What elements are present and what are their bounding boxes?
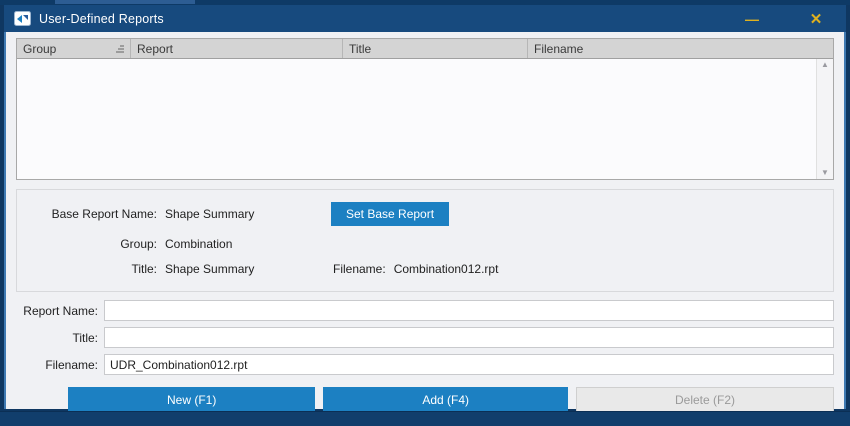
- report-name-input[interactable]: [104, 300, 834, 321]
- dialog-body: Group Report Title Filename ▲ ▼ Base Rep…: [4, 32, 846, 412]
- base-filename-value: Combination012.rpt: [393, 262, 499, 276]
- user-defined-reports-dialog: User-Defined Reports — ✕ Group Report Ti…: [0, 5, 850, 412]
- report-name-label: Report Name:: [23, 303, 98, 318]
- base-group-value: Combination: [165, 237, 233, 251]
- background-window-bottom-strip: [0, 411, 850, 426]
- app-icon: [14, 11, 31, 26]
- base-title-label: Title:: [131, 262, 157, 276]
- filename-input[interactable]: [104, 354, 834, 375]
- close-button[interactable]: ✕: [796, 5, 836, 32]
- add-button[interactable]: Add (F4): [323, 387, 568, 412]
- background-window-tab: [55, 0, 195, 4]
- base-report-name-label: Base Report Name:: [51, 207, 157, 221]
- title-input[interactable]: [104, 327, 834, 348]
- table-scrollbar[interactable]: ▲ ▼: [816, 59, 833, 179]
- new-button[interactable]: New (F1): [68, 387, 316, 412]
- window-title: User-Defined Reports: [39, 11, 164, 26]
- column-header-title[interactable]: Title: [343, 39, 528, 58]
- titlebar: User-Defined Reports — ✕: [4, 5, 846, 32]
- base-report-panel: Base Report Name: Shape Summary Set Base…: [16, 189, 834, 292]
- reports-table-header: Group Report Title Filename: [17, 39, 833, 59]
- column-header-filename[interactable]: Filename: [528, 39, 833, 58]
- screen: User-Defined Reports — ✕ Group Report Ti…: [0, 0, 850, 426]
- action-button-row: New (F1) Add (F4) Delete (F2): [68, 387, 835, 412]
- base-group-label: Group:: [120, 237, 157, 251]
- scroll-down-icon[interactable]: ▼: [821, 169, 829, 177]
- base-filename-label: Filename:: [333, 262, 386, 276]
- title-label: Title:: [72, 330, 98, 345]
- filename-label: Filename:: [45, 357, 98, 372]
- base-title-value: Shape Summary: [165, 262, 255, 276]
- delete-button[interactable]: Delete (F2): [576, 387, 835, 412]
- column-header-report[interactable]: Report: [131, 39, 343, 58]
- set-base-report-button[interactable]: Set Base Report: [331, 202, 450, 226]
- reports-table-body: ▲ ▼: [17, 59, 833, 179]
- column-header-group[interactable]: Group: [17, 39, 131, 58]
- minimize-button[interactable]: —: [732, 5, 772, 32]
- reports-table-rows[interactable]: [17, 59, 816, 179]
- reports-table: Group Report Title Filename ▲ ▼: [16, 38, 834, 180]
- new-report-form: Report Name: Title: Filename:: [16, 300, 834, 375]
- scroll-up-icon[interactable]: ▲: [821, 61, 829, 69]
- sort-icon: [116, 44, 124, 53]
- base-report-name-value: Shape Summary: [165, 207, 255, 221]
